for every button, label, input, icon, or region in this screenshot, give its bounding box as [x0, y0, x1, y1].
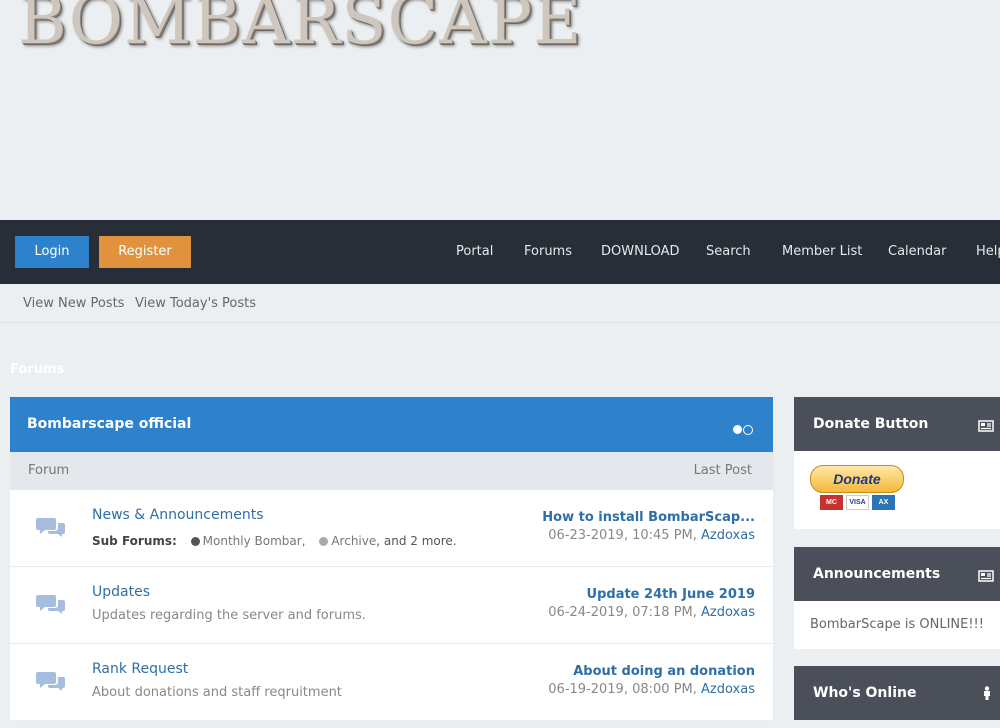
forum-name-link[interactable]: News & Announcements — [92, 507, 264, 523]
last-post-user-link[interactable]: Azdoxas — [701, 605, 755, 620]
last-post-date: 06-19-2019, 08:00 PM, — [548, 682, 697, 697]
forum-row: News & Announcements Sub Forums: Monthly… — [10, 490, 773, 567]
last-post-title-link[interactable]: How to install BombarScap... — [542, 510, 755, 525]
site-logo[interactable]: BOMBARSCAPE — [18, 0, 582, 54]
whos-online-panel: Who's Online — [794, 666, 1000, 720]
forum-chat-icon — [36, 516, 66, 542]
nav-portal-link[interactable]: Portal — [456, 220, 493, 284]
payment-cards-icon: MC VISA AX — [820, 495, 898, 514]
last-post-date: 06-24-2019, 07:18 PM, — [548, 605, 697, 620]
subforums-label: Sub Forums: — [92, 534, 177, 548]
subforum-link[interactable]: Monthly Bombar — [203, 534, 302, 548]
announcements-panel-title: Announcements — [813, 566, 941, 582]
forum-column-label: Forum — [28, 463, 70, 478]
last-post-date: 06-23-2019, 10:45 PM, — [548, 528, 697, 543]
nav-calendar-link[interactable]: Calendar — [888, 220, 946, 284]
last-post: How to install BombarScap... 06-23-2019,… — [542, 510, 755, 543]
last-post-user-link[interactable]: Azdoxas — [701, 682, 755, 697]
nav-download-link[interactable]: DOWNLOAD — [601, 220, 680, 284]
view-new-posts-link[interactable]: View New Posts — [23, 296, 124, 311]
forum-name-link[interactable]: Updates — [92, 584, 150, 600]
breadcrumb[interactable]: Forums — [10, 362, 64, 377]
sub-navbar: View New Posts View Today's Posts — [0, 284, 1000, 323]
top-navbar: Login Register Portal Forums DOWNLOAD Se… — [0, 220, 1000, 284]
register-button[interactable]: Register — [99, 236, 191, 268]
subforum-status-icon — [319, 537, 329, 546]
subforum-status-icon — [190, 537, 200, 546]
column-header: Forum Last Post — [10, 452, 773, 490]
forum-description: About donations and staff reqruitment — [92, 685, 342, 700]
category-header: Bombarscape official — [10, 397, 773, 452]
newspaper-icon[interactable] — [978, 417, 994, 436]
last-post-column-label: Last Post — [693, 463, 752, 478]
subforums-list: Sub Forums: Monthly Bombar, Archive, and… — [92, 534, 457, 548]
forum-row: Updates Updates regarding the server and… — [10, 567, 773, 644]
whos-online-panel-header: Who's Online — [794, 666, 1000, 720]
subforums-more[interactable]: , and 2 more. — [376, 534, 456, 548]
last-post-title-link[interactable]: About doing an donation — [548, 664, 755, 679]
last-post-user-link[interactable]: Azdoxas — [701, 528, 755, 543]
forum-description: Updates regarding the server and forums. — [92, 608, 366, 623]
last-post-title-link[interactable]: Update 24th June 2019 — [548, 587, 755, 602]
forum-row: Rank Request About donations and staff r… — [10, 644, 773, 721]
whos-online-panel-title: Who's Online — [813, 685, 917, 701]
announcements-panel-body: BombarScape is ONLINE!!! — [794, 601, 1000, 649]
donate-panel-body: Donate MC VISA AX — [794, 451, 1000, 529]
view-todays-posts-link[interactable]: View Today's Posts — [135, 296, 256, 311]
nav-help-link[interactable]: Help — [976, 220, 1000, 284]
announcement-text: BombarScape is ONLINE!!! — [810, 617, 984, 632]
nav-member-list-link[interactable]: Member List — [782, 220, 862, 284]
announcements-panel-header: Announcements — [794, 547, 1000, 601]
donate-panel-title: Donate Button — [813, 416, 929, 432]
person-icon[interactable] — [982, 685, 992, 704]
forum-name-link[interactable]: Rank Request — [92, 661, 188, 677]
donate-panel-header: Donate Button — [794, 397, 1000, 451]
donate-panel: Donate Button Donate MC VISA AX — [794, 397, 1000, 529]
nav-search-link[interactable]: Search — [706, 220, 751, 284]
nav-forums-link[interactable]: Forums — [524, 220, 572, 284]
forum-category: Bombarscape official Forum Last Post New… — [10, 397, 773, 721]
paypal-donate-button[interactable]: Donate — [810, 465, 904, 493]
last-post: About doing an donation 06-19-2019, 08:0… — [548, 664, 755, 697]
login-button[interactable]: Login — [15, 236, 89, 268]
newspaper-icon[interactable] — [978, 567, 994, 586]
forum-chat-icon — [36, 670, 66, 696]
subforum-link[interactable]: Archive — [331, 534, 376, 548]
forum-chat-icon — [36, 593, 66, 619]
category-title[interactable]: Bombarscape official — [27, 416, 191, 432]
announcements-panel: Announcements BombarScape is ONLINE!!! — [794, 547, 1000, 649]
last-post: Update 24th June 2019 06-24-2019, 07:18 … — [548, 587, 755, 620]
collapse-toggle-icon[interactable] — [733, 419, 753, 438]
